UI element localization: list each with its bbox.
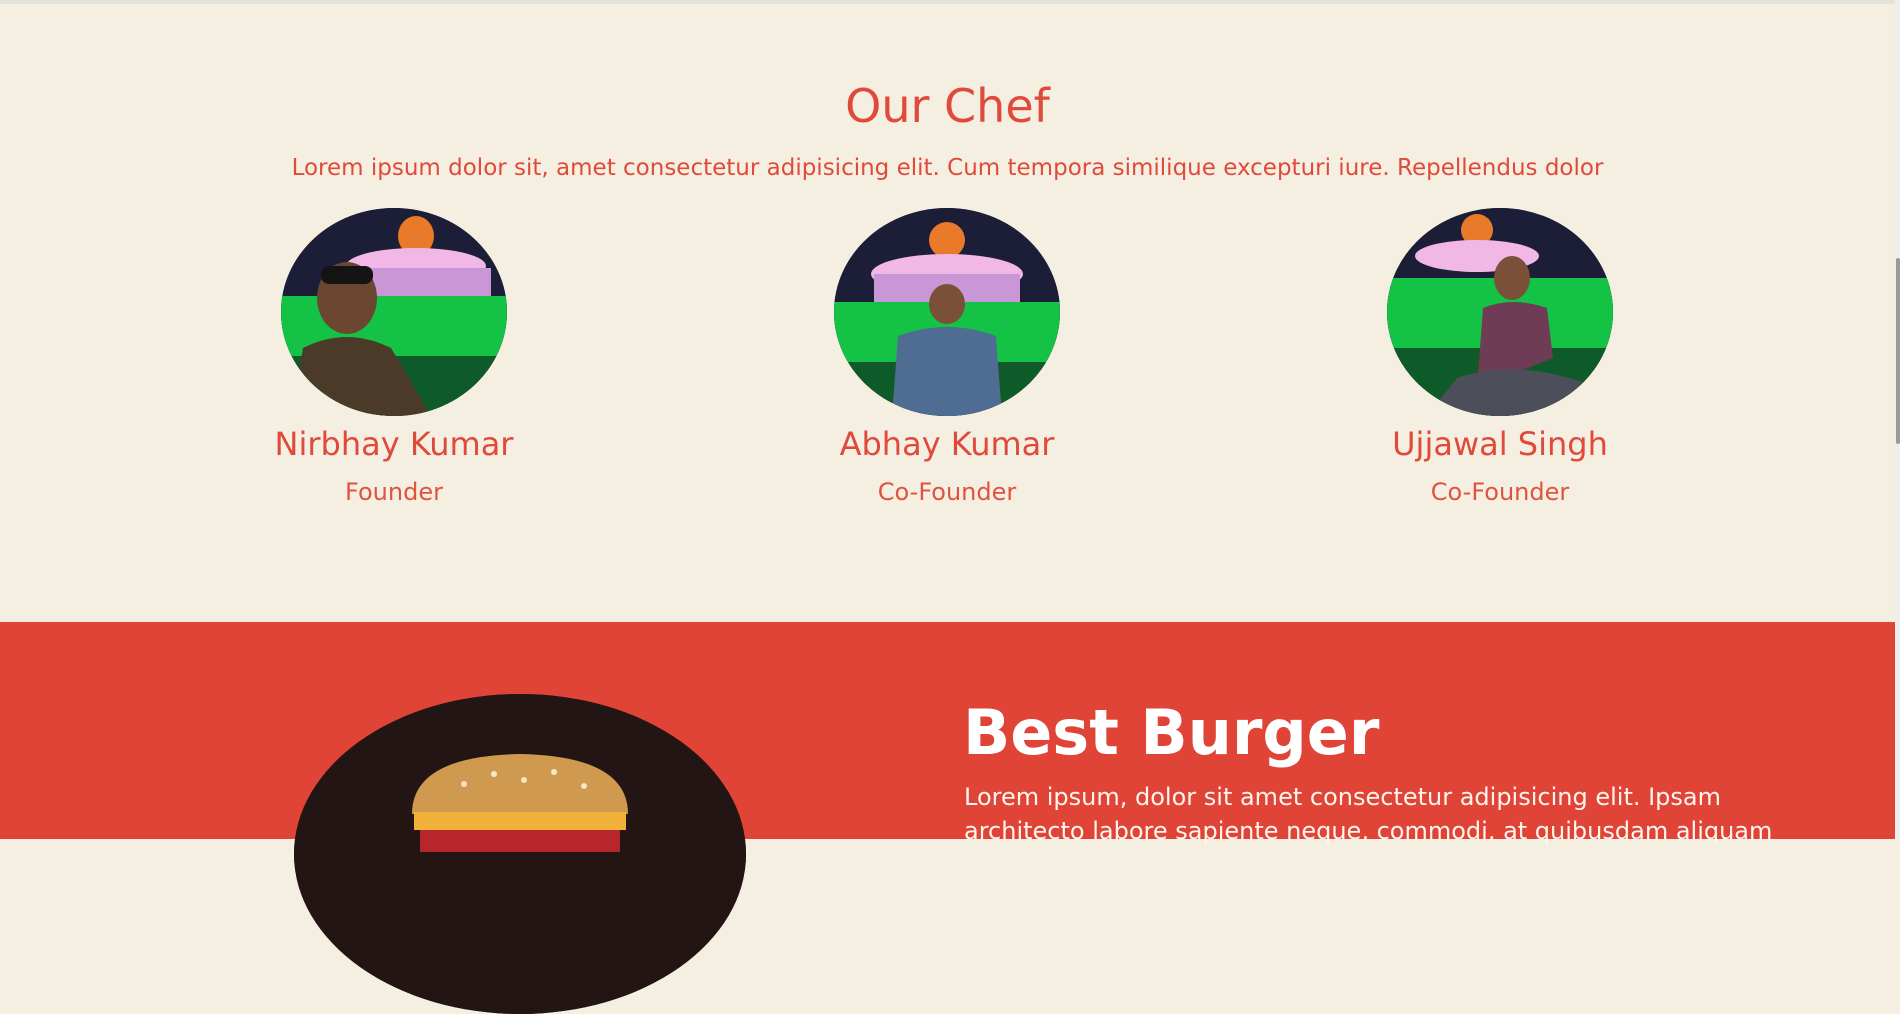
section-title: Our Chef bbox=[845, 79, 1050, 133]
chef-card: Ujjawal Singh Co-Founder bbox=[1290, 208, 1710, 508]
chef-photo bbox=[834, 208, 1060, 416]
chef-name: Nirbhay Kumar bbox=[274, 425, 514, 463]
section-subtitle: Lorem ipsum dolor sit, amet consectetur … bbox=[291, 155, 1604, 181]
burger-section: Best Burger Lorem ipsum, dolor sit amet … bbox=[0, 622, 1895, 1014]
chef-photo bbox=[281, 208, 507, 416]
chef-card: Abhay Kumar Co-Founder bbox=[737, 208, 1157, 508]
chef-name: Abhay Kumar bbox=[839, 425, 1055, 463]
chef-name: Ujjawal Singh bbox=[1392, 425, 1608, 463]
burger-title: Best Burger bbox=[963, 696, 1380, 769]
chef-card: Nirbhay Kumar Founder bbox=[184, 208, 604, 508]
burger-photo bbox=[294, 694, 746, 1014]
chef-role: Co-Founder bbox=[1430, 478, 1570, 506]
scrollbar-thumb[interactable] bbox=[1896, 258, 1900, 444]
chef-section: Our Chef Lorem ipsum dolor sit, amet con… bbox=[0, 4, 1895, 622]
chef-photo bbox=[1387, 208, 1613, 416]
burger-description: Lorem ipsum, dolor sit amet consectetur … bbox=[964, 783, 1773, 845]
chef-role: Co-Founder bbox=[877, 478, 1017, 506]
chef-role: Founder bbox=[345, 478, 443, 506]
